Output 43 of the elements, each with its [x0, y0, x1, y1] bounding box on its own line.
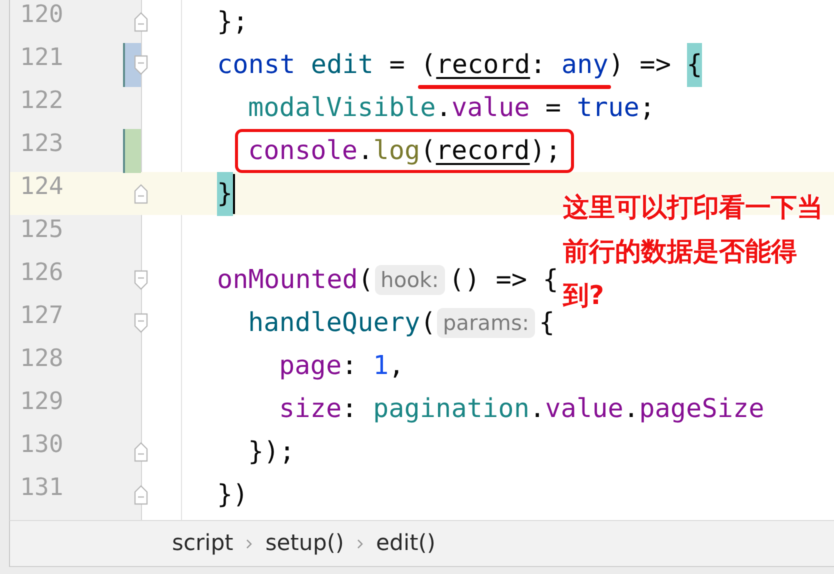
line-number: 122 — [19, 86, 64, 116]
line-number: 131 — [19, 472, 64, 502]
code-text: handleQuery( — [248, 308, 436, 338]
fold-icon[interactable] — [134, 270, 148, 290]
fold-icon[interactable] — [134, 184, 148, 204]
code-text: (record: any — [420, 50, 608, 80]
code-text: { — [539, 308, 555, 338]
fold-icon[interactable] — [134, 442, 148, 462]
line-number: 130 — [19, 430, 64, 460]
line-number: 129 — [19, 386, 64, 416]
line-number: 125 — [19, 214, 64, 244]
code-text: }) — [217, 480, 248, 510]
code-text: console.log(record); — [248, 136, 562, 166]
code-text: () => { — [448, 264, 558, 294]
code-text: size: pagination.value.pageSize — [279, 394, 764, 424]
code-text: page: 1, — [279, 350, 404, 380]
fold-icon[interactable] — [134, 484, 148, 504]
annotation-text: 这里可以打印看一下当前行的数据是否能得到? — [563, 192, 824, 313]
fold-icon[interactable] — [134, 12, 148, 32]
inlay-hint: hook: — [374, 264, 445, 294]
fold-icon[interactable] — [134, 54, 148, 74]
code-text: onMounted( — [217, 264, 374, 294]
breadcrumb-item[interactable]: script — [172, 531, 234, 556]
line-number: 123 — [19, 128, 64, 158]
breadcrumb-item[interactable]: edit() — [376, 531, 436, 556]
code-text: modalVisible.value = true; — [248, 92, 656, 122]
chevron-icon — [245, 538, 254, 550]
line-number: 121 — [19, 42, 64, 72]
code-text: const edit = — [217, 50, 406, 80]
text-caret — [232, 174, 235, 214]
breadcrumb-item[interactable]: setup() — [265, 531, 344, 556]
chevron-icon — [356, 538, 364, 550]
line-number: 128 — [19, 344, 64, 374]
line-number: 124 — [19, 172, 64, 202]
line-number: 120 — [19, 0, 64, 30]
code-text: }); — [248, 436, 295, 466]
code-text: } — [217, 172, 233, 216]
code-text: ) => { — [608, 42, 702, 86]
fold-icon[interactable] — [134, 312, 148, 332]
inlay-hint: params: — [436, 308, 536, 338]
line-number: 127 — [19, 300, 64, 330]
line-number: 126 — [19, 258, 64, 288]
code-text: }; — [217, 6, 248, 36]
